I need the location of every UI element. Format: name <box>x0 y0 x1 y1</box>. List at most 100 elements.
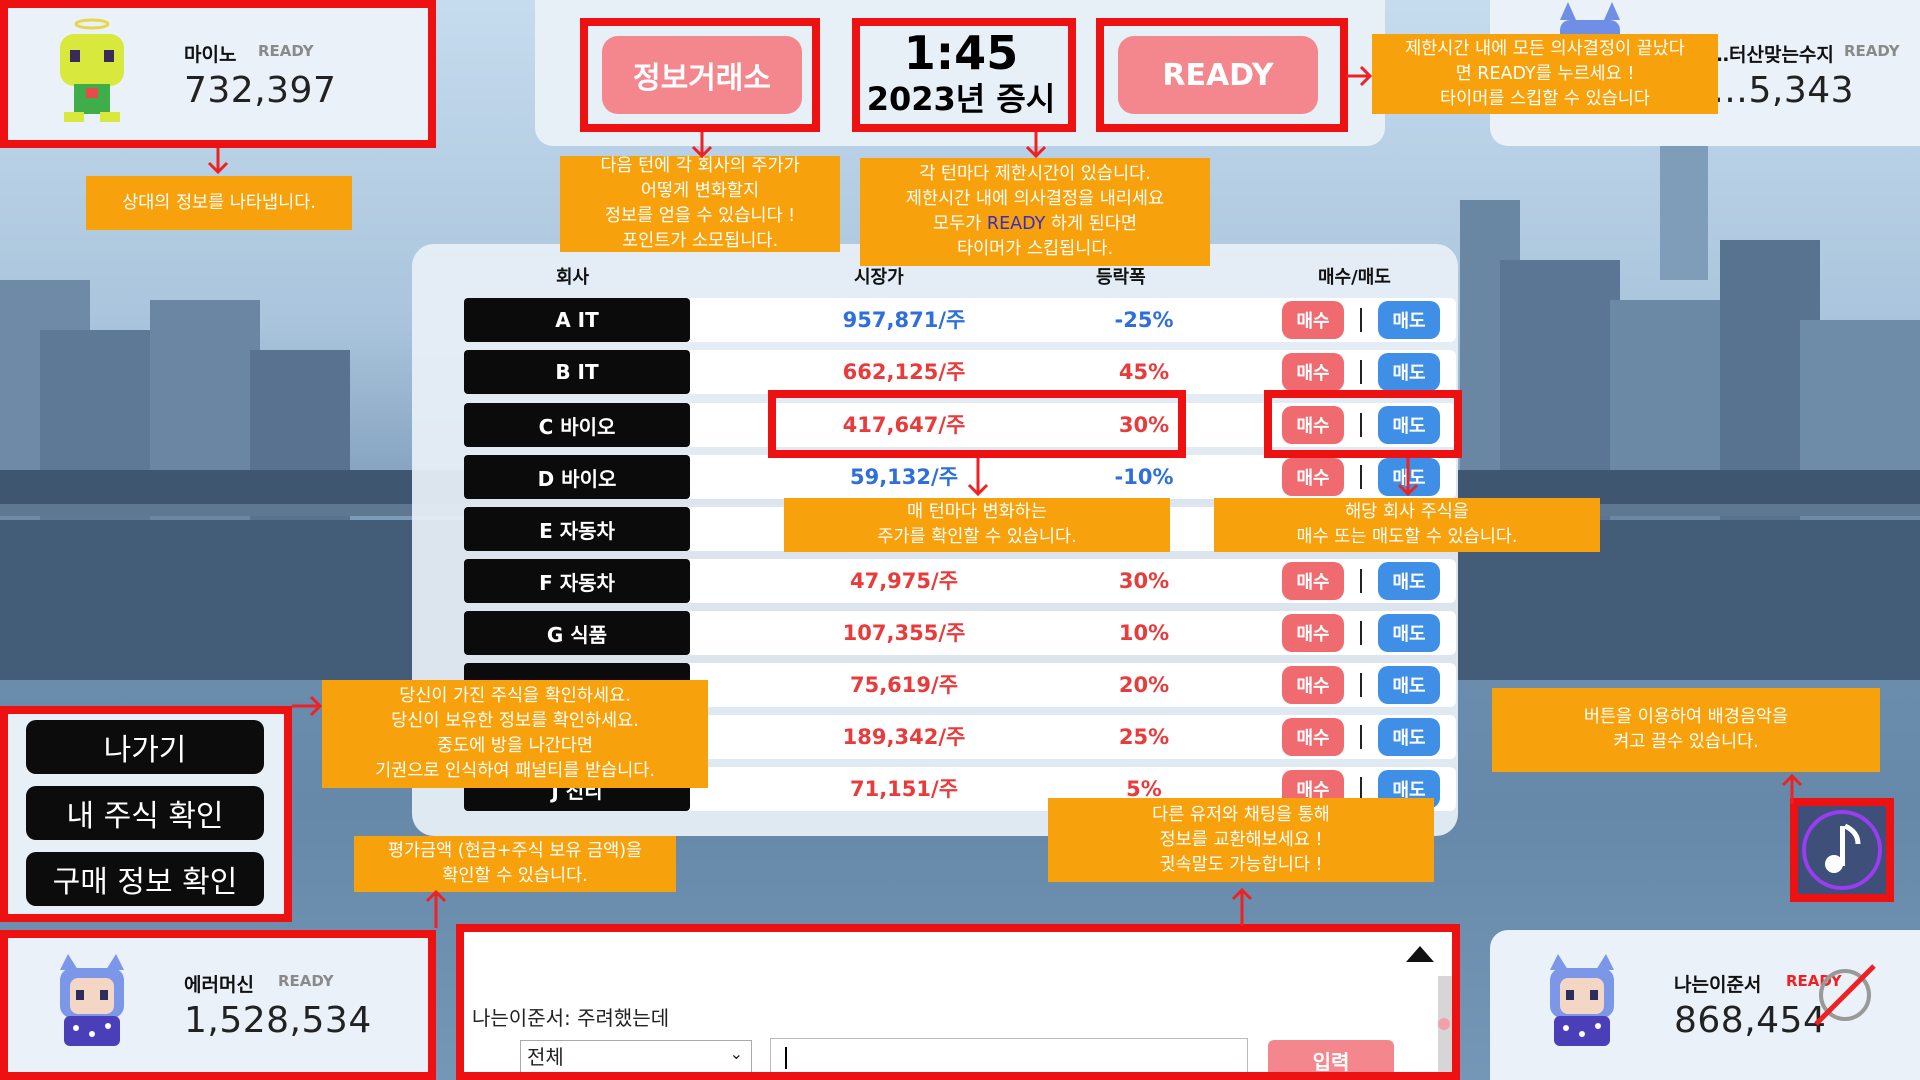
highlight-box-opponent-info <box>0 0 436 148</box>
callout-text: 상대의 정보를 나타냅니다. <box>122 192 316 213</box>
callout-info-exchange: 다음 턴에 각 회사의 주가가 어떻게 변화할지 정보를 얻을 수 있습니다 !… <box>560 156 840 252</box>
ready-status: READY <box>1844 42 1900 60</box>
buy-button[interactable]: 매수 <box>1282 353 1344 391</box>
blue-cat-avatar <box>1550 954 1614 1046</box>
callout-line: 면 READY를 누르세요 ! <box>1455 63 1635 84</box>
arrow-icon <box>207 148 229 175</box>
price-change: -10% <box>1114 465 1174 489</box>
company-name: B IT <box>464 350 690 394</box>
highlight-box-chat <box>456 924 1460 1080</box>
arrow-icon <box>425 889 447 928</box>
callout-line: 당신이 가진 주식을 확인하세요. <box>399 686 631 706</box>
callout-line: 매수 또는 매도할 수 있습니다. <box>1296 527 1518 547</box>
callout-line: 해당 회사 주식을 <box>1345 502 1469 522</box>
callout-music: 버튼을 이용하여 배경음악을 켜고 끌수 있습니다. <box>1492 688 1880 772</box>
highlight-box-menu <box>0 706 292 922</box>
arrow-icon <box>967 458 989 497</box>
callout-line: 평가금액 (현금+주식 보유 금액)을 <box>387 841 643 861</box>
stock-price: 71,151/주 <box>849 777 959 801</box>
callout-line: 중도에 방을 나간다면 <box>436 736 594 756</box>
buy-button[interactable]: 매수 <box>1282 614 1344 652</box>
separator <box>1360 360 1362 384</box>
sell-button[interactable]: 매도 <box>1378 614 1440 652</box>
price-change: 25% <box>1118 725 1170 749</box>
highlight-box-info-exchange <box>580 18 820 132</box>
stock-price: 189,342/주 <box>842 725 966 749</box>
sell-button[interactable]: 매도 <box>1378 353 1440 391</box>
stock-price: 662,125/주 <box>842 360 966 384</box>
separator <box>1360 308 1362 332</box>
slashed-circle-icon <box>1814 964 1876 1026</box>
sell-button[interactable]: 매도 <box>1378 718 1440 756</box>
callout-line: 타이머가 스킵됩니다. <box>956 239 1114 259</box>
stock-price: 59,132/주 <box>849 465 959 489</box>
company-name: A IT <box>464 298 690 342</box>
buy-button[interactable]: 매수 <box>1282 458 1344 496</box>
callout-line: 당신이 보유한 정보를 확인하세요. <box>391 711 639 731</box>
highlight-box-ready <box>1096 18 1348 132</box>
price-change: -25% <box>1114 308 1174 332</box>
header-company: 회사 <box>556 267 590 288</box>
callout-chat: 다른 유저와 채팅을 통해 정보를 교환해보세요 ! 귓속말도 가능합니다 ! <box>1048 798 1434 882</box>
buy-button[interactable]: 매수 <box>1282 718 1344 756</box>
callout-line: 정보를 교환해보세요 ! <box>1159 829 1323 850</box>
separator <box>1360 465 1362 489</box>
highlight-box-trade <box>1264 390 1462 458</box>
stock-price: 107,355/주 <box>842 621 966 645</box>
highlight-box-valuation <box>0 930 436 1080</box>
sell-button[interactable]: 매도 <box>1378 666 1440 704</box>
player-name: …터산맞는수지 <box>1710 44 1834 66</box>
separator <box>1360 621 1362 645</box>
callout-timer: 각 턴마다 제한시간이 있습니다. 제한시간 내에 의사결정을 내리세요 모두가… <box>860 158 1210 266</box>
player-card-bottom-right: 나는이준서 READY 868,454 <box>1490 930 1920 1080</box>
callout-menu: 당신이 가진 주식을 확인하세요. 당신이 보유한 정보를 확인하세요. 중도에… <box>322 680 708 788</box>
sell-button[interactable]: 매도 <box>1378 301 1440 339</box>
callout-line: 귓속말도 가능합니다 ! <box>1159 854 1323 875</box>
header-price: 시장가 <box>854 267 904 288</box>
callout-line: 모두가 READY 하게 된다면 <box>866 212 1204 237</box>
table-row: F 자동차 47,975/주 30% 매수 매도 <box>464 559 1456 603</box>
price-change: 10% <box>1118 621 1170 645</box>
callout-price-change: 매 턴마다 변화하는 주가를 확인할 수 있습니다. <box>784 498 1170 552</box>
callout-line: 다른 유저와 채팅을 통해 <box>1152 804 1330 825</box>
highlight-box-timer <box>852 18 1076 132</box>
arrow-icon <box>1231 887 1253 926</box>
callout-line: 버튼을 이용하여 배경음악을 <box>1583 707 1789 727</box>
buy-button[interactable]: 매수 <box>1282 301 1344 339</box>
highlight-box-music <box>1790 798 1894 902</box>
company-name: E 자동차 <box>464 507 690 551</box>
arrow-icon <box>292 695 323 717</box>
arrow-icon <box>1397 458 1419 497</box>
buy-button[interactable]: 매수 <box>1282 562 1344 600</box>
stock-price: 47,975/주 <box>849 569 959 593</box>
callout-line: 기권으로 인식하여 패널티를 받습니다. <box>375 761 655 781</box>
callout-line: 제한시간 내에 의사결정을 내리세요 <box>905 189 1165 209</box>
callout-line: 포인트가 소모됩니다. <box>621 231 779 251</box>
callout-line: 각 턴마다 제한시간이 있습니다. <box>919 164 1151 184</box>
callout-word: 모두가 <box>933 214 982 234</box>
sell-button[interactable]: 매도 <box>1378 562 1440 600</box>
company-name: D 바이오 <box>464 455 690 499</box>
header-trade: 매수/매도 <box>1318 267 1391 288</box>
stock-price: 75,619/주 <box>849 673 959 697</box>
callout-line: 매 턴마다 변화하는 <box>907 502 1047 522</box>
arrow-icon <box>1781 773 1803 804</box>
table-row: B IT 662,125/주 45% 매수 매도 <box>464 350 1456 394</box>
callout-line: 정보를 얻을 수 있습니다 ! <box>604 206 796 226</box>
company-name: F 자동차 <box>464 559 690 603</box>
table-row: A IT 957,871/주 -25% 매수 매도 <box>464 298 1456 342</box>
callout-valuation: 평가금액 (현금+주식 보유 금액)을 확인할 수 있습니다. <box>354 836 676 892</box>
stock-price: 957,871/주 <box>842 308 966 332</box>
company-name: C 바이오 <box>464 403 690 447</box>
separator <box>1360 569 1362 593</box>
table-row: D 바이오 59,132/주 -10% 매수 매도 <box>464 455 1456 499</box>
player-valuation: …5,343 <box>1712 70 1855 111</box>
header-change: 등락폭 <box>1096 267 1146 288</box>
callout-line: 어떻게 변화할지 <box>640 181 760 201</box>
callout-trade: 해당 회사 주식을 매수 또는 매도할 수 있습니다. <box>1214 498 1600 552</box>
arrow-icon <box>1025 132 1047 159</box>
buy-button[interactable]: 매수 <box>1282 666 1344 704</box>
separator <box>1360 725 1362 749</box>
callout-line: 주가를 확인할 수 있습니다. <box>877 527 1077 547</box>
callout-line: 확인할 수 있습니다. <box>442 866 588 886</box>
